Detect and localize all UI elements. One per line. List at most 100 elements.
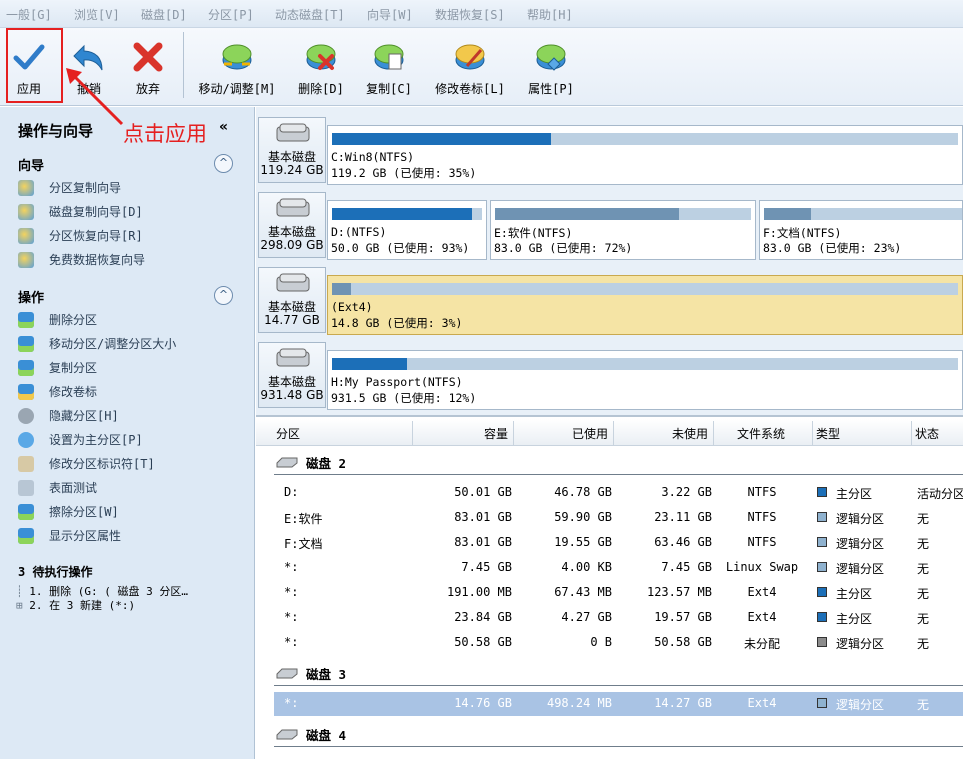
delete-button[interactable]: 删除[D] [296, 32, 346, 102]
disk-card[interactable]: 基本磁盘 14.77 GB [258, 267, 326, 333]
disk-card[interactable]: 基本磁盘 119.24 GB [258, 117, 326, 183]
table-row[interactable]: D: 50.01 GB 46.78 GB 3.22 GB NTFS 主分区 活动分区 [274, 481, 963, 505]
partition-name-cell: *: [284, 696, 299, 710]
col-header-type[interactable]: 类型 [816, 425, 840, 442]
table-row[interactable]: E:软件 83.01 GB 59.90 GB 23.11 GB NTFS 逻辑分区 无 [274, 506, 963, 530]
partition-name: E:软件(NTFS) [494, 226, 573, 240]
change-label-label: 修改卷标[L] [435, 82, 505, 96]
table-row[interactable]: *: 7.45 GB 4.00 KB 7.45 GB Linux Swap 逻辑分区 无 [274, 556, 963, 580]
wizard-item-label: 免费数据恢复向导 [49, 253, 146, 267]
filesystem-cell: NTFS [747, 485, 777, 499]
usage-bar [332, 208, 482, 220]
table-row-selected[interactable]: *: 14.76 GB 498.24 MB 14.27 GB Ext4 逻辑分区 无 [274, 692, 963, 716]
used-cell: 46.78 GB [554, 485, 612, 499]
col-header-used[interactable]: 已使用 [572, 425, 608, 442]
disk-group-header[interactable]: 磁盘 4 [274, 723, 963, 747]
column-divider[interactable] [412, 421, 413, 445]
expand-plus-icon[interactable]: ⊞ [16, 599, 29, 612]
partition-name-cell: D: [284, 485, 299, 499]
properties-button[interactable]: 属性[P] [527, 32, 575, 102]
disk-group-label: 磁盘 3 [306, 667, 347, 682]
apply-highlight-box [6, 28, 63, 103]
change-label-icon [18, 384, 34, 400]
status-cell: 无 [917, 512, 930, 526]
partition-info: 83.0 GB (已使用: 23%) [763, 241, 902, 255]
group-divider [274, 746, 963, 747]
column-divider[interactable] [911, 421, 912, 445]
collapse-panel-button[interactable]: « [219, 119, 228, 135]
table-row[interactable]: *: 23.84 GB 4.27 GB 19.57 GB Ext4 主分区 无 [274, 606, 963, 630]
menu-dynamic-disk[interactable]: 动态磁盘[T] [275, 6, 345, 23]
capacity-cell: 191.00 MB [446, 585, 512, 599]
disk-group-header[interactable]: 磁盘 3 [274, 662, 963, 686]
column-divider[interactable] [812, 421, 813, 445]
menu-view[interactable]: 浏览[V] [74, 6, 120, 23]
partition-type-swatch [817, 537, 827, 547]
wipe-partition-icon [18, 504, 34, 520]
partition-type-swatch [817, 512, 827, 522]
col-header-capacity[interactable]: 容量 [484, 425, 508, 442]
used-cell: 59.90 GB [554, 510, 612, 524]
menu-general[interactable]: 一般[G] [6, 6, 52, 23]
table-row[interactable]: F:文档 83.01 GB 19.55 GB 63.46 GB NTFS 逻辑分区 无 [274, 531, 963, 555]
partition-name: H:My Passport(NTFS) [331, 375, 463, 389]
usage-fill [495, 208, 680, 220]
pending-op-2[interactable]: ⊞ 2. 在 3 新建 (*:) [16, 597, 135, 613]
hard-disk-icon [276, 198, 310, 217]
partition-block[interactable]: H:My Passport(NTFS) 931.5 GB (已使用: 12%) [327, 350, 963, 410]
operations-collapse-toggle[interactable]: ^ [214, 286, 233, 305]
partition-name: D:(NTFS) [331, 225, 387, 239]
filesystem-cell: NTFS [747, 510, 777, 524]
wand-icon [18, 204, 34, 220]
move-resize-button[interactable]: 移动/调整[M] [196, 32, 278, 102]
delete-partition-icon [18, 312, 34, 328]
capacity-cell: 23.84 GB [454, 610, 512, 624]
used-cell: 4.27 GB [561, 610, 612, 624]
menu-wizard[interactable]: 向导[W] [367, 6, 413, 23]
col-header-filesystem[interactable]: 文件系统 [737, 425, 785, 442]
wand-icon [18, 252, 34, 268]
column-divider[interactable] [513, 421, 514, 445]
partition-block-selected[interactable]: (Ext4) 14.8 GB (已使用: 3%) [327, 275, 963, 335]
change-label-button[interactable]: 修改卷标[L] [433, 32, 507, 102]
disk-group-header[interactable]: 磁盘 2 [274, 451, 963, 475]
hard-disk-icon [276, 273, 310, 292]
column-divider[interactable] [613, 421, 614, 445]
pending-operations-title: 3 待执行操作 [18, 565, 93, 579]
hard-disk-icon [276, 123, 310, 142]
copy-partition-icon [374, 44, 404, 70]
table-row[interactable]: *: 50.58 GB 0 B 50.58 GB 未分配 逻辑分区 无 [274, 631, 963, 655]
unused-cell: 23.11 GB [654, 510, 712, 524]
capacity-cell: 50.01 GB [454, 485, 512, 499]
col-header-status[interactable]: 状态 [915, 425, 939, 442]
menu-disk[interactable]: 磁盘[D] [141, 6, 187, 23]
partition-name-cell: *: [284, 610, 299, 624]
partition-block[interactable]: D:(NTFS) 50.0 GB (已使用: 93%) [327, 200, 487, 260]
col-header-unused[interactable]: 未使用 [672, 425, 708, 442]
partition-block[interactable]: C:Win8(NTFS) 119.2 GB (已使用: 35%) [327, 125, 963, 185]
disk-size: 298.09 GB [260, 238, 324, 252]
menu-help[interactable]: 帮助[H] [527, 6, 573, 23]
disk-card[interactable]: 基本磁盘 931.48 GB [258, 342, 326, 408]
column-divider[interactable] [713, 421, 714, 445]
partition-type-swatch [817, 587, 827, 597]
status-cell: 无 [917, 587, 930, 601]
op-label: 修改卷标 [49, 385, 98, 399]
wizard-collapse-toggle[interactable]: ^ [214, 154, 233, 173]
op-label: 显示分区属性 [49, 529, 122, 543]
partition-block[interactable]: E:软件(NTFS) 83.0 GB (已使用: 72%) [490, 200, 756, 260]
menu-partition[interactable]: 分区[P] [208, 6, 254, 23]
partition-block[interactable]: F:文档(NTFS) 83.0 GB (已使用: 23%) [759, 200, 963, 260]
disk-card[interactable]: 基本磁盘 298.09 GB [258, 192, 326, 258]
partition-name: (Ext4) [331, 300, 373, 314]
used-cell: 0 B [590, 635, 612, 649]
col-header-partition[interactable]: 分区 [276, 425, 300, 442]
delete-partition-icon [306, 44, 336, 70]
usage-bar [332, 133, 958, 145]
disk-group-label: 磁盘 4 [306, 728, 347, 743]
table-row[interactable]: *: 191.00 MB 67.43 MB 123.57 MB Ext4 主分区 无 [274, 581, 963, 605]
copy-button[interactable]: 复制[C] [365, 32, 413, 102]
used-cell: 4.00 KB [561, 560, 612, 574]
menu-data-recovery[interactable]: 数据恢复[S] [435, 6, 505, 23]
used-cell: 498.24 MB [546, 696, 612, 710]
